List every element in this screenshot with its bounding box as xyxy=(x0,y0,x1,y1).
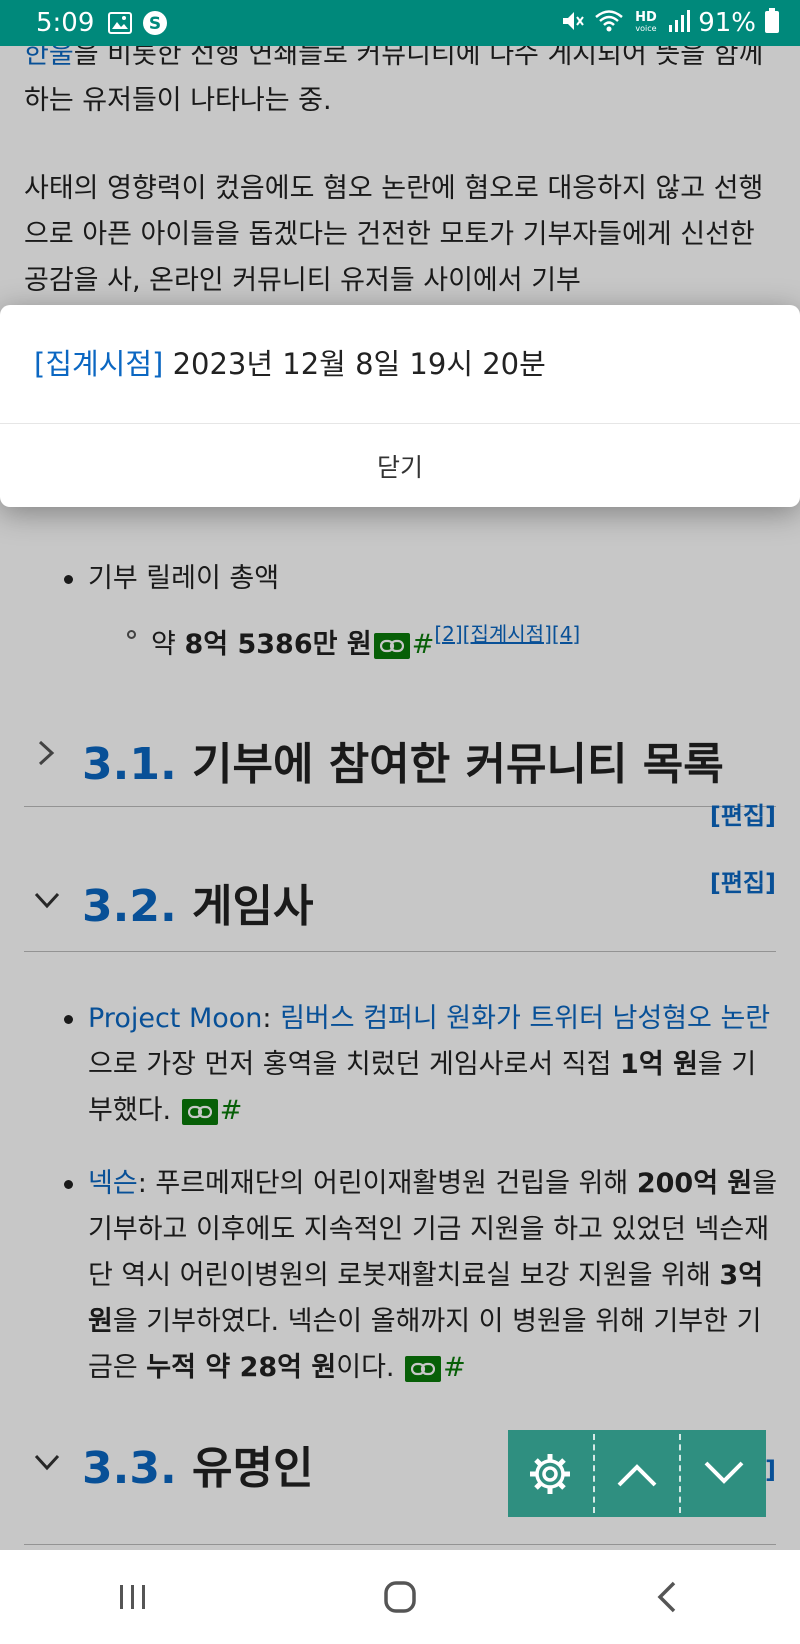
status-time: 5:09 xyxy=(36,8,95,38)
chevron-down-icon xyxy=(704,1461,744,1484)
recent-apps-button[interactable] xyxy=(73,1557,193,1637)
close-button[interactable]: 닫기 xyxy=(0,424,800,507)
image-icon xyxy=(108,12,133,34)
hd-voice-icon: HD voice xyxy=(632,8,660,38)
home-icon xyxy=(384,1581,416,1613)
modal-backdrop[interactable] xyxy=(0,46,800,1550)
scroll-up-button[interactable] xyxy=(595,1430,680,1517)
status-bar: 5:09 S HD voice 91% xyxy=(0,0,800,46)
footnote-content: [집계시점] 2023년 12월 8일 19시 20분 xyxy=(34,341,546,383)
back-icon xyxy=(657,1581,675,1613)
recent-apps-icon xyxy=(120,1585,146,1609)
wifi-icon xyxy=(594,8,624,38)
battery-percent: 91% xyxy=(698,8,756,38)
system-nav-bar xyxy=(0,1550,800,1644)
footnote-ref-label[interactable]: [집계시점] xyxy=(34,347,163,381)
footnote-dialog: [집계시점] 2023년 12월 8일 19시 20분 닫기 xyxy=(0,305,800,507)
svg-text:S: S xyxy=(149,14,161,34)
s-app-icon: S xyxy=(142,10,168,36)
floating-toolbar xyxy=(508,1430,766,1517)
svg-text:HD: HD xyxy=(635,10,657,25)
back-button[interactable] xyxy=(607,1557,727,1637)
signal-icon xyxy=(668,9,691,37)
settings-button[interactable] xyxy=(508,1430,593,1517)
battery-icon xyxy=(764,8,780,38)
chevron-up-icon xyxy=(617,1463,657,1486)
mute-icon xyxy=(560,8,586,38)
svg-text:voice: voice xyxy=(636,24,657,33)
footnote-text: 2023년 12월 8일 19시 20분 xyxy=(163,347,546,381)
gear-icon xyxy=(530,1453,571,1494)
home-button[interactable] xyxy=(340,1557,460,1637)
scroll-down-button[interactable] xyxy=(681,1430,766,1517)
